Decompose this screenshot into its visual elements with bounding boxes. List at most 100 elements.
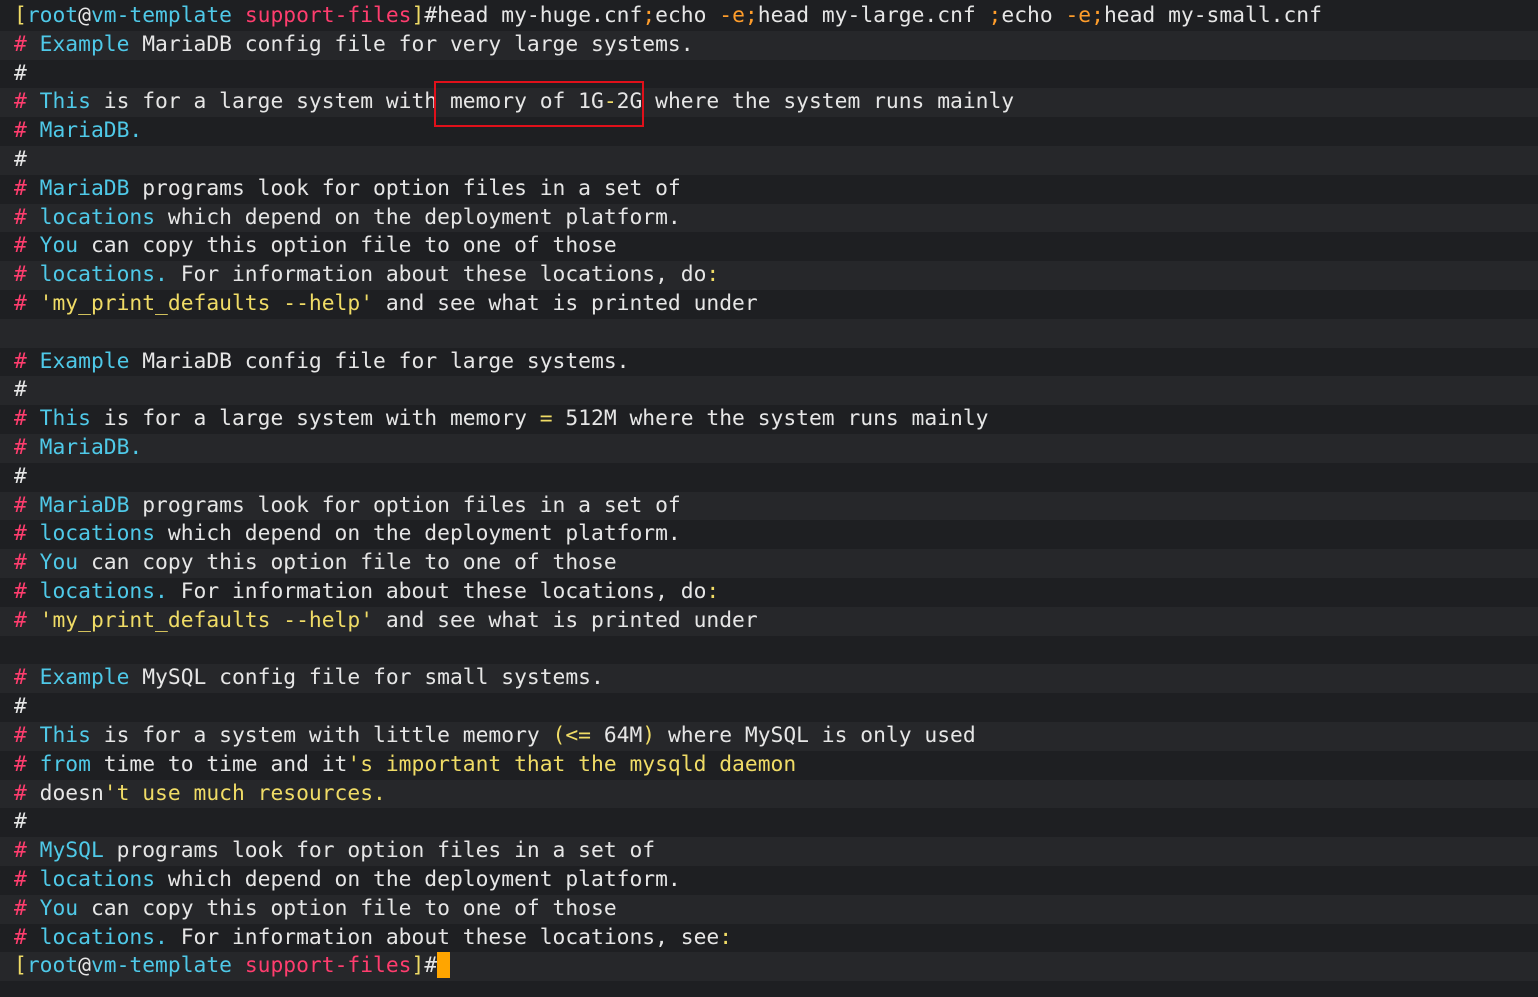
text-segment: # bbox=[14, 204, 40, 230]
text-segment: ; bbox=[642, 3, 656, 28]
terminal-line: # MariaDB programs look for option files… bbox=[0, 175, 1538, 204]
text-segment: and see what is printed under bbox=[373, 607, 758, 633]
text-segment: # bbox=[14, 550, 40, 576]
terminal-line: # MySQL programs look for option files i… bbox=[0, 837, 1538, 866]
text-segment: (<= bbox=[552, 722, 591, 748]
text-segment: [ bbox=[14, 3, 27, 28]
text-segment: You bbox=[39, 233, 91, 259]
terminal-line: # This is for a system with little memor… bbox=[0, 721, 1538, 751]
text-segment: ) bbox=[642, 722, 656, 748]
text-segment: time to time and it bbox=[103, 751, 348, 777]
text-segment: # bbox=[14, 924, 40, 950]
text-segment: Example bbox=[39, 665, 143, 691]
text-segment: ; bbox=[1091, 3, 1104, 28]
text-segment: # bbox=[14, 722, 40, 748]
terminal-line: # bbox=[0, 145, 1538, 175]
text-segment: = bbox=[539, 406, 553, 432]
text-segment: For information about these locations, d… bbox=[180, 578, 707, 604]
terminal-line: # bbox=[0, 60, 1538, 89]
text-segment: This bbox=[39, 89, 104, 115]
terminal-line: # You can copy this option file to one o… bbox=[0, 549, 1538, 578]
text-segment: # bbox=[14, 89, 40, 115]
text-segment: head my-small.cnf bbox=[1103, 3, 1322, 28]
terminal-line: # bbox=[0, 693, 1538, 722]
text-segment: ] bbox=[411, 3, 425, 28]
text-segment: programs look for option files in a set … bbox=[142, 492, 681, 518]
text-segment: which depend on the deployment platform. bbox=[167, 521, 681, 547]
text-segment: For information about these locations, s… bbox=[180, 924, 720, 950]
terminal-line: # This is for a large system with memory… bbox=[0, 88, 1538, 118]
terminal-line: # locations which depend on the deployme… bbox=[0, 520, 1538, 549]
text-segment: and see what is printed under bbox=[373, 290, 758, 316]
text-segment: 512M where the system runs mainly bbox=[552, 406, 989, 432]
prompt-line: [root@vm-template support-files]# bbox=[0, 951, 1538, 982]
text-segment: Example bbox=[39, 348, 143, 374]
text-segment: # bbox=[424, 953, 438, 979]
text-segment: locations. bbox=[39, 924, 181, 950]
text-segment: can copy this option file to one of thos… bbox=[90, 233, 617, 259]
terminal-line: [root@vm-template support-files]#head my… bbox=[0, 2, 1538, 31]
text-segment: -e bbox=[1065, 3, 1092, 28]
text-segment: MariaDB. bbox=[39, 434, 143, 460]
text-segment: # bbox=[14, 290, 40, 316]
text-segment: MySQL config file for small systems. bbox=[142, 665, 604, 691]
terminal-line: # MariaDB programs look for option files… bbox=[0, 491, 1538, 521]
terminal-line: # MariaDB. bbox=[0, 433, 1538, 463]
text-segment: can copy this option file to one of thos… bbox=[90, 550, 617, 576]
text-segment: locations bbox=[39, 204, 168, 230]
text-segment: MariaDB. bbox=[39, 118, 143, 144]
text-segment: programs look for option files in a set … bbox=[116, 838, 656, 864]
text-segment: # bbox=[14, 521, 40, 547]
cursor[interactable] bbox=[437, 951, 451, 978]
terminal-line: # MariaDB. bbox=[0, 117, 1538, 146]
terminal-line: # locations which depend on the deployme… bbox=[0, 866, 1538, 895]
text-segment: # bbox=[14, 463, 27, 489]
text-segment: echo bbox=[1001, 3, 1066, 28]
terminal-line: # Example MySQL config file for small sy… bbox=[0, 664, 1538, 694]
text-segment: # bbox=[14, 492, 40, 518]
text-segment: ] bbox=[411, 953, 425, 979]
terminal-window[interactable]: [root@vm-template support-files]# head my… bbox=[0, 0, 1538, 997]
terminal-line: # This is for a large system with memory… bbox=[0, 405, 1538, 434]
text-segment: MariaDB config file for very large syste… bbox=[142, 31, 694, 57]
text-segment: 's important that the mysqld daemon bbox=[347, 751, 797, 777]
text-segment: is for a large system with memory of 1G bbox=[103, 89, 604, 115]
text-segment: # bbox=[14, 60, 27, 86]
terminal-line: # locations. For information about these… bbox=[0, 924, 1538, 953]
terminal-output: [root@vm-template support-files]# head my… bbox=[0, 2, 1538, 982]
text-segment: # bbox=[14, 262, 40, 288]
text-segment: ; bbox=[744, 3, 758, 28]
text-segment: where MySQL is only used bbox=[655, 722, 976, 748]
text-segment: [ bbox=[14, 953, 27, 979]
text-segment: 2G where the system runs mainly bbox=[616, 89, 1015, 115]
text-segment: 'my_print_defaults --help' bbox=[39, 290, 374, 316]
text-segment: head my-large.cnf bbox=[757, 3, 989, 28]
text-segment: This bbox=[39, 722, 104, 748]
text-segment: - bbox=[603, 89, 617, 115]
terminal-line: # 'my_print_defaults --help' and see wha… bbox=[0, 290, 1538, 319]
text-segment: #head my-huge.cnf bbox=[424, 3, 643, 28]
text-segment: support-files bbox=[232, 953, 412, 979]
terminal-line: # locations. For information about these… bbox=[0, 578, 1538, 607]
text-segment: # bbox=[14, 377, 27, 403]
text-segment: locations. bbox=[39, 262, 181, 288]
text-segment: programs look for option files in a set … bbox=[142, 175, 681, 201]
text-segment: vm-template bbox=[90, 953, 232, 979]
text-segment: For information about these locations, d… bbox=[180, 262, 707, 288]
text-segment: ; bbox=[988, 3, 1002, 28]
text-segment: is for a large system with memory bbox=[103, 406, 540, 432]
terminal-line: # 'my_print_defaults --help' and see wha… bbox=[0, 606, 1538, 636]
text-segment: # bbox=[14, 838, 40, 864]
text-segment: # bbox=[14, 146, 27, 172]
text-segment: root bbox=[26, 3, 79, 28]
text-segment: : bbox=[706, 262, 720, 288]
text-segment: echo bbox=[655, 3, 720, 28]
text-segment: -e bbox=[719, 3, 745, 28]
text-segment: # bbox=[14, 895, 40, 921]
text-segment: MySQL bbox=[39, 838, 117, 864]
text-segment: This bbox=[39, 406, 104, 432]
text-segment: You bbox=[39, 895, 91, 921]
text-segment: # bbox=[14, 780, 40, 806]
text-segment: 't use much resources. bbox=[103, 780, 386, 806]
